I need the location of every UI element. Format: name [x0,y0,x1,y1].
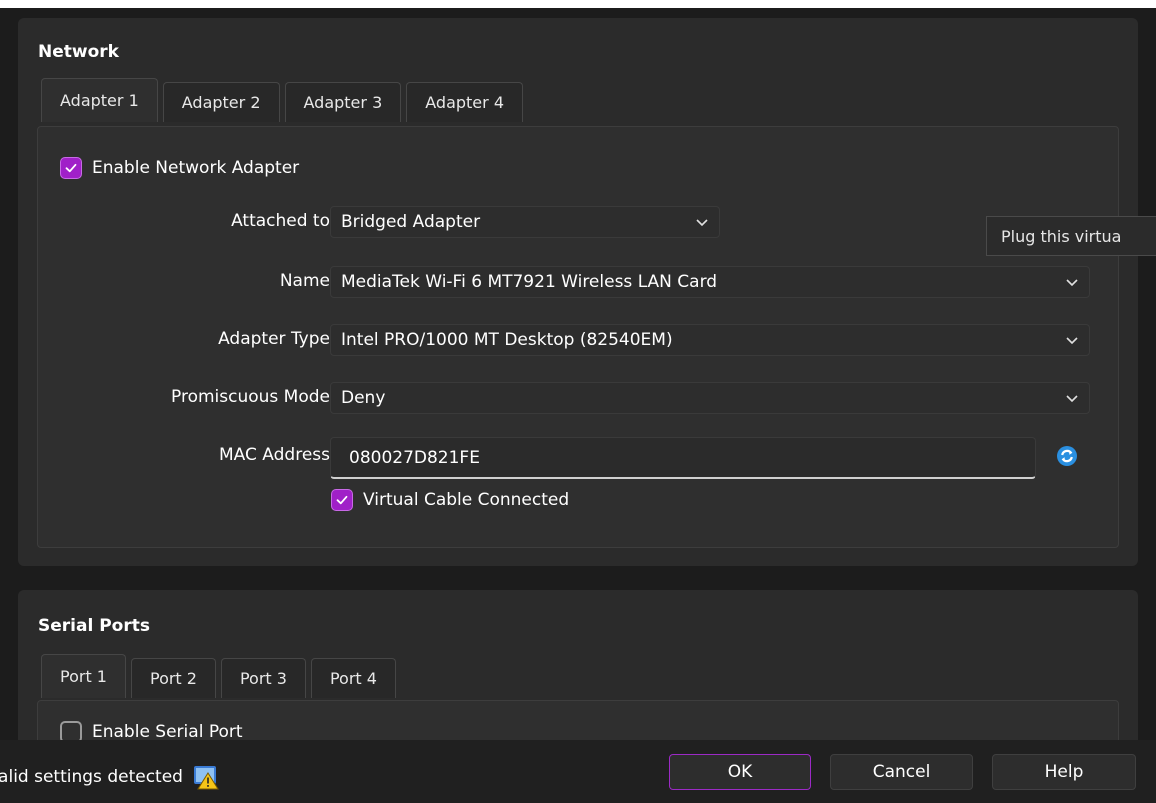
tab-adapter-2[interactable]: Adapter 2 [162,82,280,122]
virtual-cable-connected-label: Virtual Cable Connected [363,490,570,510]
name-select[interactable]: MediaTek Wi-Fi 6 MT7921 Wireless LAN Car… [330,266,1090,298]
chevron-down-icon [696,219,708,227]
enable-network-adapter-label: Enable Network Adapter [92,158,300,178]
dialog-button-bar: valid settings detected OK Cancel Help [0,740,1156,803]
tab-port-1[interactable]: Port 1 [41,654,126,698]
check-icon [336,495,348,505]
status-text: valid settings detected [0,767,183,787]
refresh-icon[interactable] [1056,445,1078,467]
chevron-down-icon [1066,337,1078,345]
attached-to-select[interactable]: Bridged Adapter [330,206,720,238]
mac-address-label: MAC Address [219,445,330,465]
adapter-type-value: Intel PRO/1000 MT Desktop (82540EM) [341,330,673,350]
warning-icon[interactable] [193,764,219,790]
serial-port-tabs: Port 1 Port 2 Port 3 Port 4 [41,654,396,698]
enable-serial-port-label: Enable Serial Port [92,722,243,742]
ok-button[interactable]: OK [669,754,811,790]
tab-adapter-1[interactable]: Adapter 1 [41,78,158,122]
name-value: MediaTek Wi-Fi 6 MT7921 Wireless LAN Car… [341,272,718,292]
check-icon [65,163,77,173]
adapter-type-select[interactable]: Intel PRO/1000 MT Desktop (82540EM) [330,324,1090,356]
tab-adapter-4[interactable]: Adapter 4 [406,82,523,122]
cancel-button[interactable]: Cancel [830,754,973,790]
serial-ports-title: Serial Ports [38,616,150,636]
adapter-type-label: Adapter Type [218,329,330,349]
network-section: Network Adapter 1 Adapter 2 Adapter 3 Ad… [18,18,1138,566]
tooltip: Plug this virtua [986,216,1156,256]
tab-adapter-3[interactable]: Adapter 3 [284,82,402,122]
mac-address-input[interactable] [330,437,1036,479]
virtual-cable-connected-checkbox[interactable] [331,489,353,511]
network-title: Network [38,42,119,62]
tab-port-4[interactable]: Port 4 [310,658,396,698]
virtual-cable-connected-row[interactable]: Virtual Cable Connected [331,489,569,511]
status-message: valid settings detected [0,764,219,790]
network-adapter-tabs: Adapter 1 Adapter 2 Adapter 3 Adapter 4 [41,78,523,122]
name-label: Name [279,271,330,291]
tab-port-2[interactable]: Port 2 [130,658,216,698]
chevron-down-icon [1066,279,1078,287]
promiscuous-mode-label: Promiscuous Mode [171,387,330,407]
promiscuous-mode-value: Deny [341,388,386,408]
tab-port-3[interactable]: Port 3 [220,658,306,698]
adapter-panel: Enable Network Adapter Attached to Bridg… [37,126,1119,548]
help-button[interactable]: Help [992,754,1136,790]
chevron-down-icon [1066,395,1078,403]
enable-network-adapter-row[interactable]: Enable Network Adapter [60,157,299,179]
serial-ports-section: Serial Ports Port 1 Port 2 Port 3 Port 4… [18,590,1138,750]
window-top-edge [0,0,1156,8]
attached-to-value: Bridged Adapter [341,212,481,232]
attached-to-label: Attached to [231,211,330,231]
promiscuous-mode-select[interactable]: Deny [330,382,1090,414]
enable-network-adapter-checkbox[interactable] [60,157,82,179]
